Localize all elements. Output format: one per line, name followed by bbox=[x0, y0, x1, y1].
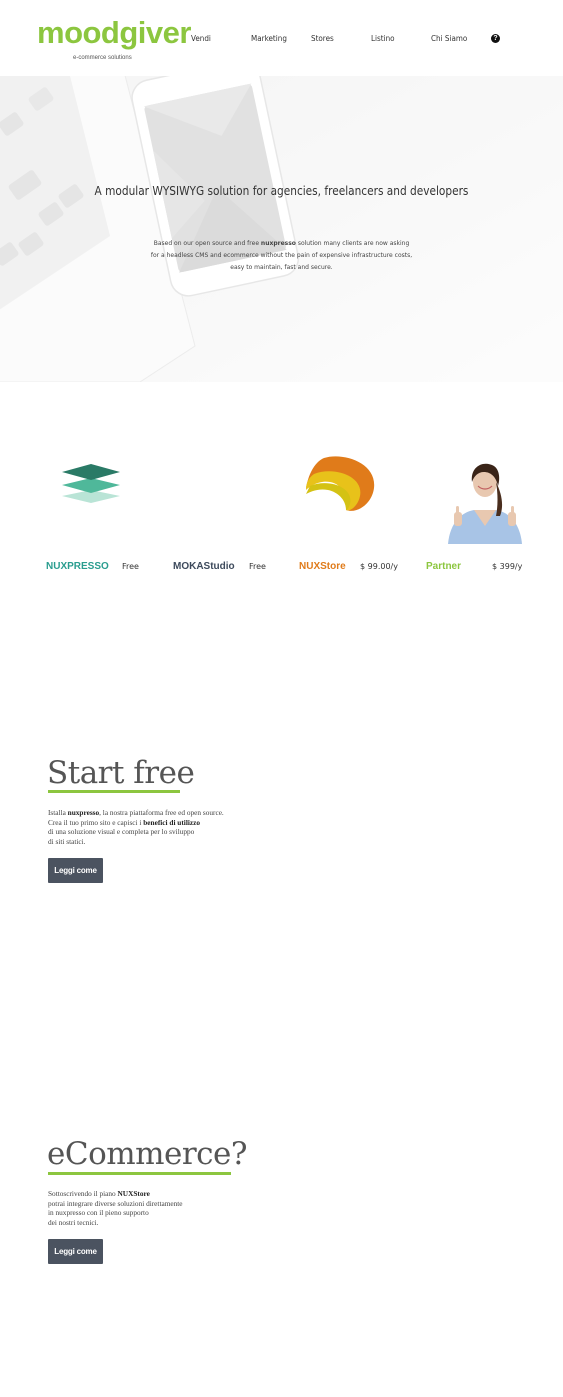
start-free-l1c: , la nostra piattaforma free ed open sou… bbox=[99, 808, 224, 817]
start-free-l3: di una soluzione visual e completa per l… bbox=[48, 827, 195, 836]
partner-photo bbox=[448, 463, 522, 544]
ecommerce-l1b: NUXStore bbox=[117, 1189, 150, 1198]
logo-tagline: e-commerce solutions bbox=[73, 55, 132, 61]
start-free-l2b: benefici di utilizzo bbox=[143, 817, 200, 827]
help-icon[interactable]: ? bbox=[491, 34, 500, 43]
start-free-button[interactable]: Leggi come bbox=[48, 858, 103, 883]
ecommerce-l4: dei nostri tecnici. bbox=[48, 1217, 99, 1227]
hero-desc-link: nuxpresso bbox=[260, 240, 296, 247]
ecommerce-underline bbox=[48, 1172, 231, 1175]
hero-description: Based on our open source and free nuxpre… bbox=[150, 238, 413, 274]
nav-listino[interactable]: Listino bbox=[371, 34, 395, 43]
product-name-nuxstore[interactable]: NUXStore bbox=[299, 561, 346, 572]
hero-background-image bbox=[0, 76, 563, 382]
hero-section: A modular WYSIWYG solution for agencies,… bbox=[0, 76, 563, 382]
product-price-mokastudio: Free bbox=[249, 562, 266, 571]
start-free-l1a: Istalla bbox=[48, 808, 68, 817]
ecommerce-text: Sottoscrivendo il piano NUXStore potrai … bbox=[48, 1189, 183, 1227]
product-name-mokastudio[interactable]: MOKAStudio bbox=[173, 561, 235, 572]
hero-desc-line1-pre: Based on our open source and free bbox=[153, 240, 261, 247]
ecommerce-title: eCommerce? bbox=[47, 1136, 248, 1172]
ecommerce-l1a: Sottoscrivendo il piano bbox=[48, 1189, 118, 1198]
nav-chi-siamo[interactable]: Chi Siamo bbox=[431, 34, 467, 43]
hero-desc-line3: easy to maintain, fast and secure. bbox=[230, 264, 333, 271]
nav-stores[interactable]: Stores bbox=[311, 34, 334, 43]
ecommerce-l2: potrai integrare diverse soluzioni diret… bbox=[48, 1198, 183, 1208]
ecommerce-l3: in nuxpresso con il pieno supporto bbox=[48, 1208, 149, 1217]
start-free-text: Istalla nuxpresso, la nostra piattaforma… bbox=[48, 808, 224, 846]
ecommerce-button[interactable]: Leggi come bbox=[48, 1239, 103, 1264]
nav-marketing[interactable]: Marketing bbox=[251, 34, 287, 43]
logo[interactable]: moodgiver bbox=[37, 17, 191, 48]
product-name-partner[interactable]: Partner bbox=[426, 561, 461, 572]
start-free-title: Start free bbox=[47, 755, 195, 791]
hero-desc-line2: for a headless CMS and ecommerce without… bbox=[150, 252, 413, 259]
hero-title: A modular WYSIWYG solution for agencies,… bbox=[94, 184, 469, 198]
layers-icon bbox=[62, 464, 120, 503]
start-free-l4: di siti statici. bbox=[48, 836, 86, 846]
hero-desc-line1-post: solution many clients are now asking bbox=[295, 240, 410, 247]
start-free-l2a: Crea il tuo primo sito e capisci i bbox=[48, 817, 144, 827]
product-name-nuxpresso[interactable]: NUXPRESSO bbox=[46, 561, 109, 572]
product-price-nuxstore: $ 99.00/y bbox=[360, 562, 398, 571]
boomerang-icon bbox=[306, 456, 375, 511]
product-price-partner: $ 399/y bbox=[492, 562, 523, 571]
start-free-l1b: nuxpresso bbox=[67, 808, 100, 817]
start-free-underline bbox=[48, 790, 180, 793]
product-price-nuxpresso: Free bbox=[122, 562, 139, 571]
nav-vendi[interactable]: Vendi bbox=[191, 34, 211, 43]
site-header: moodgiver e-commerce solutions Vendi Mar… bbox=[0, 0, 563, 76]
